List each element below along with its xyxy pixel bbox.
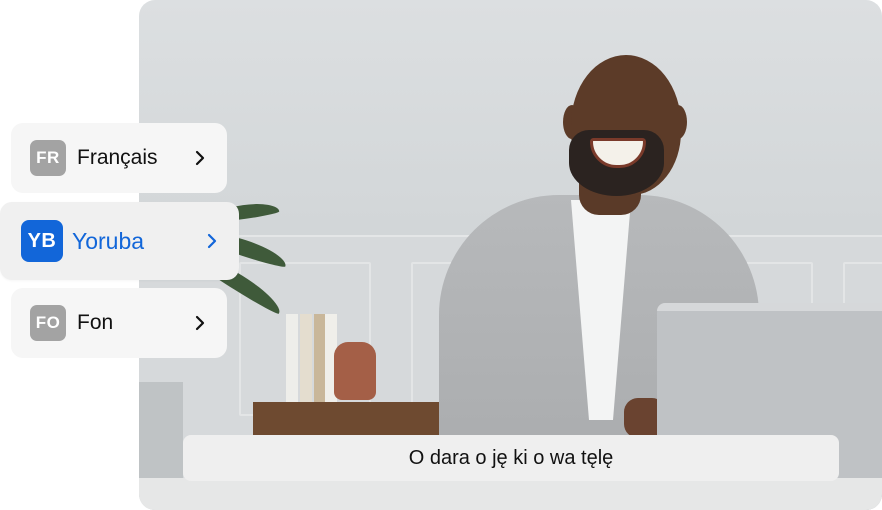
vase [334,342,376,400]
plant-pot [139,382,183,482]
subtitle-caption: O dara o ję ki o wa tęlę [183,435,839,481]
language-label: Yoruba [72,227,145,254]
language-badge-fr: FR [30,140,66,176]
subtitle-text: O dara o ję ki o wa tęlę [408,446,614,469]
chevron-right-icon [207,233,217,249]
language-option-yoruba[interactable]: YB Yoruba [0,202,239,280]
book [286,314,298,402]
language-option-fon[interactable]: FO Fon [11,288,227,358]
language-badge-yb: YB [21,220,63,262]
language-label: Fon [77,311,114,334]
desk [139,478,882,510]
language-option-french[interactable]: FR Français [11,123,227,193]
chevron-right-icon [195,315,205,331]
book [300,314,312,402]
language-badge-fo: FO [30,305,66,341]
video-frame [139,0,882,510]
chevron-right-icon [195,150,205,166]
language-label: Français [77,146,158,169]
laptop-edge [657,303,882,311]
